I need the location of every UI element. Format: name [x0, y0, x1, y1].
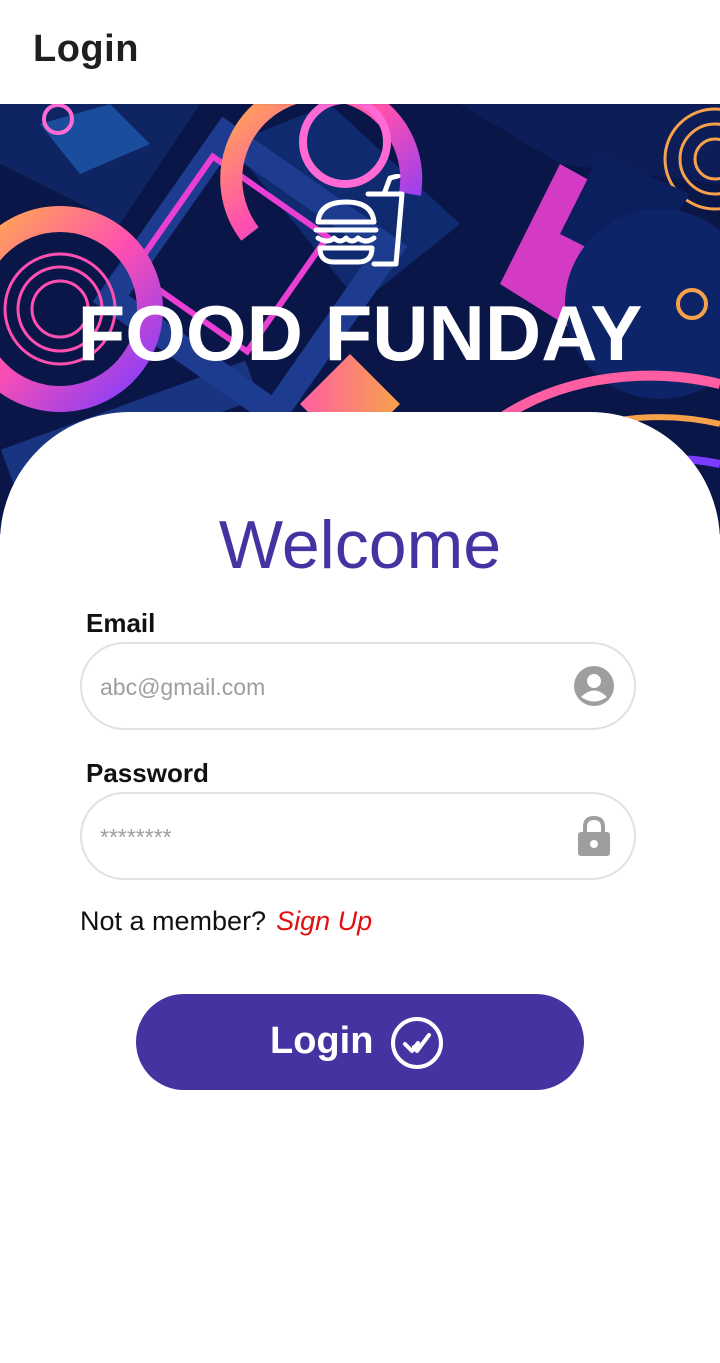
burger-drink-icon	[313, 174, 405, 267]
member-prompt-text: Not a member?	[80, 906, 267, 936]
login-button[interactable]: Login	[136, 994, 584, 1090]
signup-link[interactable]: Sign Up	[276, 906, 372, 936]
login-button-label: Login	[270, 1020, 374, 1062]
password-field[interactable]	[80, 792, 636, 880]
app-bar: Login	[0, 0, 720, 104]
check-circle-icon	[391, 1017, 443, 1069]
account-circle-icon	[574, 666, 614, 706]
email-input[interactable]	[98, 644, 562, 730]
login-card: Welcome Email Password Not a member? Sign…	[0, 412, 720, 1363]
lock-icon	[578, 815, 610, 856]
page-title: Login	[33, 28, 139, 70]
welcome-heading: Welcome	[218, 507, 502, 583]
signup-prompt: Not a member? Sign Up	[80, 906, 372, 937]
email-field[interactable]	[80, 642, 636, 730]
password-input[interactable]	[98, 794, 562, 880]
password-label: Password	[86, 758, 209, 788]
email-label: Email	[86, 608, 156, 638]
brand-title: FOOD FUNDAY	[77, 289, 643, 377]
